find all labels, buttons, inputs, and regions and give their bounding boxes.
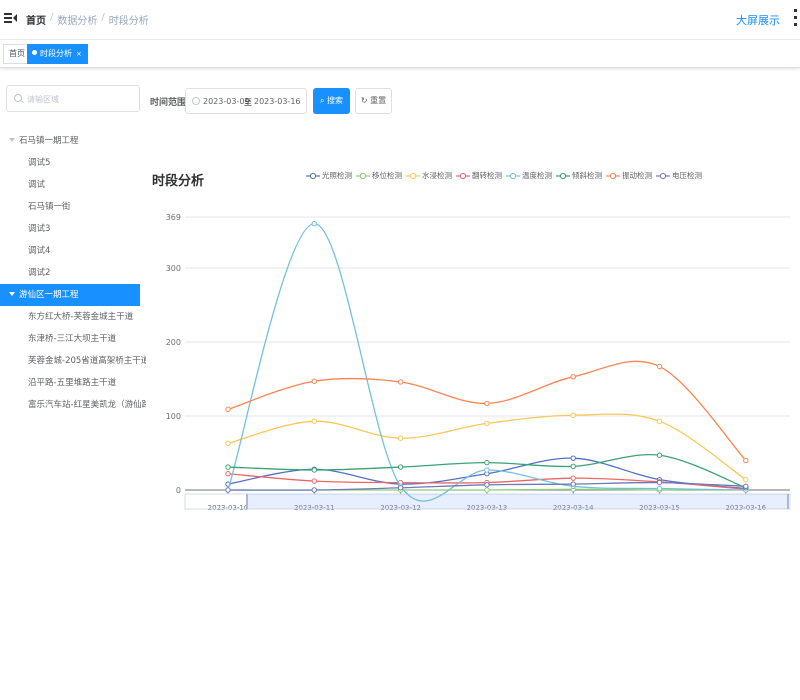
data-point — [743, 476, 749, 483]
data-point — [311, 467, 317, 473]
zoom-handle-right — [787, 494, 789, 509]
data-point — [656, 418, 663, 424]
data-point — [484, 467, 490, 473]
data-point — [484, 482, 490, 488]
data-point — [656, 485, 663, 492]
y-tick-label: 200 — [166, 338, 181, 347]
y-tick-label: 300 — [166, 264, 181, 273]
data-point — [570, 481, 576, 487]
zoom-slider-window — [247, 494, 788, 509]
data-point — [225, 406, 231, 413]
data-point — [311, 487, 317, 493]
series-line — [227, 223, 746, 502]
data-point — [570, 412, 576, 418]
y-tick-label: 100 — [166, 412, 181, 421]
data-point — [311, 378, 317, 384]
line-chart: 01002003003692023-03-102023-03-112023-03… — [166, 213, 791, 512]
data-point — [743, 457, 749, 464]
y-tick-label: 369 — [166, 213, 181, 222]
data-point — [484, 459, 490, 466]
data-point — [397, 435, 404, 441]
x-tick-label: 2023-03-10 — [208, 504, 249, 512]
data-point — [311, 478, 317, 484]
data-point — [743, 483, 749, 490]
data-point — [225, 487, 231, 493]
y-tick-label: 0 — [176, 486, 181, 495]
data-point — [311, 418, 317, 424]
data-point — [656, 452, 663, 458]
data-point — [484, 420, 490, 427]
data-point — [225, 464, 231, 470]
data-point — [570, 374, 576, 380]
data-point — [397, 379, 404, 385]
data-point — [397, 485, 404, 491]
data-point — [225, 440, 231, 447]
data-point — [656, 363, 663, 370]
data-point — [484, 400, 490, 407]
zoom-handle-left — [246, 494, 248, 509]
data-point — [311, 220, 317, 227]
data-point — [656, 479, 663, 486]
series-line — [227, 360, 747, 461]
data-point — [570, 475, 576, 481]
data-point — [570, 463, 576, 470]
data-point — [570, 455, 576, 461]
data-point — [225, 471, 231, 477]
data-point — [484, 487, 490, 493]
data-point — [397, 464, 404, 470]
